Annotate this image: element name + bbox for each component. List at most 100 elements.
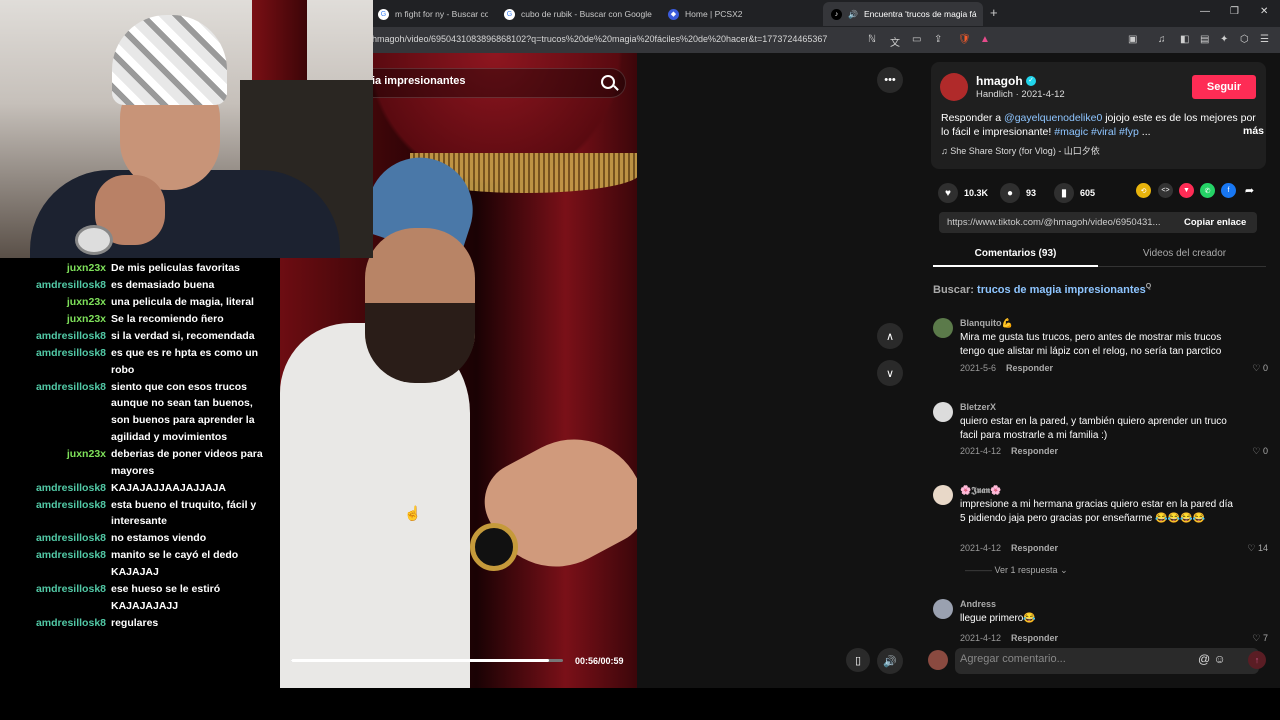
tab-cubo-rubik[interactable]: Gcubo de rubik - Buscar con Google	[496, 2, 652, 26]
my-avatar	[928, 650, 948, 670]
chevron-down-icon: ⌄	[1060, 565, 1068, 575]
chat-username[interactable]: amdresillosk8	[2, 547, 106, 564]
chevron-up-icon[interactable]: ∧	[877, 323, 903, 349]
comment-input[interactable]: Agregar comentario...	[960, 653, 1066, 665]
hashtags[interactable]: #magic #viral #fyp	[1054, 126, 1139, 138]
comment-author[interactable]: BletzerX	[960, 402, 996, 412]
comment-author[interactable]: Andress	[960, 599, 996, 609]
heart-outline-icon: ♡	[1252, 633, 1261, 643]
search-icon[interactable]	[601, 75, 615, 89]
facebook-icon[interactable]: f	[1221, 183, 1236, 198]
music-line[interactable]: ♫ She Share Story (for Vlog) - 山口夕依	[941, 144, 1100, 157]
seek-bar[interactable]	[291, 659, 563, 662]
embed-icon[interactable]: <>	[1158, 183, 1173, 198]
chat-username[interactable]: amdresillosk8	[2, 480, 106, 497]
mention-icon[interactable]: @	[1198, 652, 1210, 666]
chat-username[interactable]: amdresillosk8	[2, 615, 106, 632]
url-field[interactable]: hmagoh/video/6950431083896868102?q=truco…	[372, 34, 827, 44]
related-search: Buscar: trucos de magia impresionantesQ	[933, 283, 1152, 296]
sidebar-icon[interactable]: ◧	[1180, 34, 1189, 45]
music-note-icon: ♫	[941, 146, 951, 156]
repost-icon[interactable]: ⟲	[1136, 183, 1151, 198]
rewards-icon[interactable]: ▲	[980, 34, 990, 45]
reply-button[interactable]: Responder	[1011, 543, 1058, 553]
tab-creator-videos[interactable]: Videos del creador	[1103, 248, 1266, 259]
search-small-icon: Q	[1145, 283, 1152, 290]
video-search-text[interactable]: ia impresionantes	[372, 75, 466, 87]
chat-username[interactable]: juxn23x	[2, 446, 106, 463]
chat-username[interactable]: amdresillosk8	[2, 530, 106, 547]
minimize-button[interactable]: —	[1200, 6, 1210, 17]
avatar[interactable]	[933, 318, 953, 338]
tab-m-fight[interactable]: Gm fight for ny - Buscar con Goo	[370, 2, 488, 26]
chat-username[interactable]: amdresillosk8	[2, 328, 106, 345]
view-replies-button[interactable]: ——— Ver 1 respuesta ⌄	[965, 565, 1068, 576]
volume-icon[interactable]: 🔊	[877, 648, 903, 674]
mention-link[interactable]: @gayelquenodelike0	[1004, 112, 1102, 124]
share-icon[interactable]: ⇪	[934, 34, 942, 45]
post-username[interactable]: hmagoh	[976, 74, 1023, 88]
wallet-icon[interactable]: ▣	[1128, 34, 1137, 45]
tab-comments[interactable]: Comentarios (93)	[933, 248, 1098, 267]
follow-button[interactable]: Seguir	[1192, 75, 1256, 99]
reply-button[interactable]: Responder	[1011, 633, 1058, 643]
cast-icon[interactable]: ▭	[912, 34, 921, 45]
video-time: 00:56/00:59	[575, 656, 624, 666]
tab-pcsx2[interactable]: ◆ Home | PCSX2	[660, 2, 816, 26]
comment-text: llegue primero😂	[960, 613, 1036, 624]
chat-message: amdresillosk8 siento que con esos trucos …	[0, 379, 280, 446]
like-stat[interactable]: ♥ 10.3K	[938, 183, 988, 203]
chat-text: una pelicula de magia, literal	[111, 296, 254, 308]
menu-icon[interactable]: ☰	[1260, 34, 1269, 45]
chat-username[interactable]: amdresillosk8	[2, 277, 106, 294]
google-icon: G	[378, 8, 389, 20]
chat-username[interactable]: juxn23x	[2, 311, 106, 328]
chat-username[interactable]: juxn23x	[2, 260, 106, 277]
translate-icon[interactable]: 文	[890, 34, 900, 49]
comment-author[interactable]: Blanquito💪	[960, 318, 1013, 329]
vpn-icon[interactable]: ⬡	[1240, 34, 1249, 45]
extension-icon[interactable]: ▤	[1200, 34, 1209, 45]
more-options-icon[interactable]: •••	[877, 67, 903, 93]
comment-author[interactable]: 🌸𝕵𝖚𝖆𝖓🌸	[960, 485, 1001, 496]
chat-username[interactable]: amdresillosk8	[2, 497, 106, 514]
tab-tiktok[interactable]: ♪🔊Encuentra 'trucos de magia fá✕	[823, 2, 983, 26]
search-term-link[interactable]: trucos de magia impresionantes	[977, 284, 1146, 296]
ai-icon[interactable]: ✦	[1220, 34, 1228, 45]
save-stat[interactable]: ▮ 605	[1054, 183, 1095, 203]
chevron-down-icon[interactable]: ∨	[877, 360, 903, 386]
mini-player-icon[interactable]: ▯	[846, 648, 870, 672]
maximize-button[interactable]: ❐	[1230, 6, 1239, 17]
copy-link-button[interactable]: Copiar enlace	[1184, 217, 1246, 228]
chat-username[interactable]: amdresillosk8	[2, 345, 106, 362]
post-comment-button[interactable]: ↑	[1248, 651, 1266, 669]
comment-like[interactable]: ♡ 0	[1252, 363, 1268, 374]
tracking-icon[interactable]: ℕ	[868, 34, 876, 45]
comment-like[interactable]: ♡ 0	[1252, 446, 1268, 457]
emoji-icon[interactable]: ☺	[1214, 652, 1226, 666]
avatar[interactable]	[933, 599, 953, 619]
comment-like[interactable]: ♡ 14	[1247, 543, 1268, 554]
comment-like[interactable]: ♡ 7	[1252, 633, 1268, 644]
reply-button[interactable]: Responder	[1011, 446, 1058, 456]
music-icon[interactable]: ♫	[1158, 34, 1166, 45]
chat-message: amdresillosk8 esta bueno el truquito, fác…	[0, 497, 280, 530]
share-arrow-icon[interactable]: ➦	[1242, 183, 1257, 198]
chat-username[interactable]: amdresillosk8	[2, 581, 106, 598]
avatar[interactable]	[940, 73, 968, 101]
chat-username[interactable]: juxn23x	[2, 294, 106, 311]
chat-username[interactable]: amdresillosk8	[2, 379, 106, 396]
magician-watch	[470, 523, 518, 571]
comment-stat[interactable]: ● 93	[1000, 183, 1036, 203]
avatar[interactable]	[933, 402, 953, 422]
new-tab-button[interactable]: +	[990, 5, 998, 20]
more-button[interactable]: más	[1243, 125, 1264, 137]
whatsapp-icon[interactable]: ✆	[1200, 183, 1215, 198]
brave-shield-icon[interactable]: 🛡	[958, 34, 971, 45]
avatar[interactable]	[933, 485, 953, 505]
send-icon[interactable]: ▼	[1179, 183, 1194, 198]
reply-button[interactable]: Responder	[1006, 363, 1053, 373]
close-window-button[interactable]: ✕	[1260, 6, 1268, 17]
post-link[interactable]: https://www.tiktok.com/@hmagoh/video/695…	[947, 217, 1167, 228]
streamer-beanie	[112, 15, 227, 105]
